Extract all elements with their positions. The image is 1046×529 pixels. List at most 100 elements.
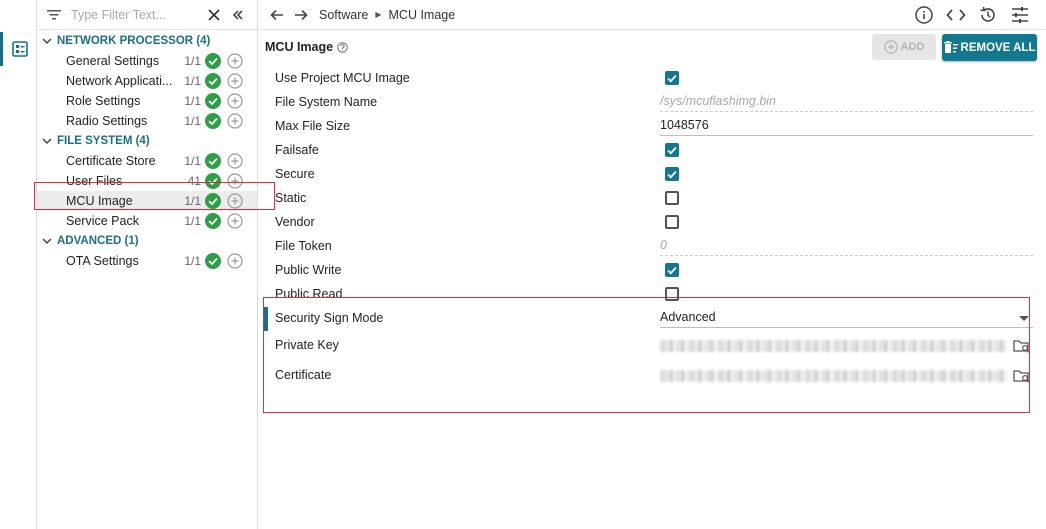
category-tree: NETWORK PROCESSOR (4) General Settings 1… [37, 30, 257, 271]
row-certificate: Certificate [259, 360, 1046, 390]
sidebar-item-radio-settings[interactable]: Radio Settings 1/1 [37, 111, 257, 131]
public-read-checkbox[interactable] [665, 287, 679, 301]
filter-bar [37, 0, 257, 30]
field-label: Certificate [275, 368, 332, 382]
list-view-icon [12, 41, 28, 57]
sidebar-item-general-settings[interactable]: General Settings 1/1 [37, 51, 257, 71]
checkmark-icon [667, 266, 677, 274]
row-public-write: Public Write [259, 258, 1046, 282]
use-project-mcu-image-checkbox[interactable] [665, 71, 679, 85]
sidebar-item-label: Certificate Store [66, 154, 156, 168]
sidebar-item-network-applications[interactable]: Network Applicati... 1/1 [37, 71, 257, 91]
add-circle-icon[interactable] [227, 193, 243, 209]
field-label: Failsafe [275, 143, 319, 157]
add-circle-icon[interactable] [227, 53, 243, 69]
forward-button[interactable] [289, 3, 313, 27]
item-count: 41 [187, 174, 201, 188]
add-circle-icon[interactable] [227, 113, 243, 129]
chevron-down-icon [40, 234, 54, 248]
row-security-sign-mode: Security Sign Mode Advanced [259, 306, 1046, 331]
private-key-path-field[interactable] [660, 338, 1007, 354]
field-label: Security Sign Mode [275, 311, 384, 325]
check-circle-icon [205, 93, 221, 109]
main-panel: Software ▶ MCU Image MCU Image ADD REMOV… [259, 0, 1046, 529]
sidebar-item-certificate-store[interactable]: Certificate Store 1/1 [37, 151, 257, 171]
sidebar-item-service-pack[interactable]: Service Pack 1/1 [37, 211, 257, 231]
history-button[interactable] [976, 3, 1000, 27]
row-vendor: Vendor [259, 210, 1046, 234]
failsafe-checkbox[interactable] [665, 143, 679, 157]
row-failsafe: Failsafe [259, 138, 1046, 162]
secure-checkbox[interactable] [665, 167, 679, 181]
field-label: Secure [275, 167, 315, 181]
arrow-right-icon [295, 9, 308, 20]
sidebar-item-label: OTA Settings [66, 254, 139, 268]
group-advanced[interactable]: ADVANCED (1) [37, 231, 257, 251]
static-checkbox[interactable] [665, 191, 679, 205]
code-view-button[interactable] [944, 3, 968, 27]
field-label: Max File Size [275, 119, 351, 133]
certificate-path-field[interactable] [660, 368, 1007, 384]
history-icon [980, 6, 995, 22]
public-write-checkbox[interactable] [665, 263, 679, 277]
vendor-checkbox[interactable] [665, 215, 679, 229]
breadcrumb-separator-icon: ▶ [375, 10, 382, 19]
max-file-size-field[interactable]: 1048576 [660, 116, 1033, 136]
group-title: FILE SYSTEM (4) [57, 135, 150, 147]
check-circle-icon [205, 53, 221, 69]
config-form: Use Project MCU Image File System Name /… [259, 66, 1046, 390]
item-count: 1/1 [184, 154, 201, 168]
page-title: MCU Image [265, 40, 348, 54]
remove-all-button[interactable]: REMOVE ALL [942, 34, 1037, 61]
sidebar-item-label: Network Applicati... [66, 74, 173, 88]
add-button[interactable]: ADD [872, 34, 936, 60]
browse-folder-icon[interactable] [1013, 368, 1031, 384]
add-circle-icon[interactable] [227, 73, 243, 89]
check-circle-icon [205, 153, 221, 169]
add-circle-icon[interactable] [227, 153, 243, 169]
add-circle-icon[interactable] [227, 253, 243, 269]
add-circle-icon[interactable] [227, 213, 243, 229]
field-label: Private Key [275, 338, 339, 352]
settings-tune-button[interactable] [1008, 3, 1032, 27]
sidebar-item-mcu-image[interactable]: MCU Image 1/1 [37, 191, 257, 211]
checkmark-icon [667, 170, 677, 178]
breadcrumb-parent[interactable]: Software [319, 8, 368, 22]
code-icon [946, 9, 966, 21]
sidebar-item-user-files[interactable]: User Files 41 [37, 171, 257, 191]
add-circle-icon [883, 40, 898, 54]
field-label: Public Write [275, 263, 342, 277]
help-icon[interactable] [337, 41, 348, 53]
chevron-down-icon [40, 134, 54, 148]
row-max-file-size: Max File Size 1048576 [259, 114, 1046, 138]
checkmark-icon [667, 74, 677, 82]
sidebar-item-ota-settings[interactable]: OTA Settings 1/1 [37, 251, 257, 271]
software-view-button[interactable] [0, 32, 37, 66]
sidebar-item-label: Radio Settings [66, 114, 148, 128]
info-icon [915, 6, 933, 24]
clear-filter-button[interactable] [203, 4, 225, 26]
field-label: Static [275, 191, 307, 205]
back-button[interactable] [265, 3, 289, 27]
row-secure: Secure [259, 162, 1046, 186]
group-file-system[interactable]: FILE SYSTEM (4) [37, 131, 257, 151]
sidebar: NETWORK PROCESSOR (4) General Settings 1… [37, 0, 258, 529]
row-public-read: Public Read [259, 282, 1046, 306]
info-button[interactable] [912, 3, 936, 27]
add-circle-icon[interactable] [227, 173, 243, 189]
security-sign-mode-select[interactable]: Advanced [660, 308, 1033, 328]
sidebar-item-label: Service Pack [66, 214, 139, 228]
item-count: 1/1 [184, 54, 201, 68]
field-label: Vendor [275, 215, 315, 229]
breadcrumb-current: MCU Image [388, 7, 456, 22]
sidebar-item-role-settings[interactable]: Role Settings 1/1 [37, 91, 257, 111]
filter-input[interactable] [71, 7, 199, 22]
item-count: 1/1 [184, 74, 201, 88]
arrow-left-icon [270, 9, 283, 20]
top-right-actions [912, 3, 1032, 27]
collapse-sidebar-button[interactable] [227, 4, 249, 26]
browse-folder-icon[interactable] [1013, 338, 1031, 354]
add-circle-icon[interactable] [227, 93, 243, 109]
file-system-name-field: /sys/mcuflashimg.bin [660, 92, 1033, 112]
group-network-processor[interactable]: NETWORK PROCESSOR (4) [37, 31, 257, 51]
